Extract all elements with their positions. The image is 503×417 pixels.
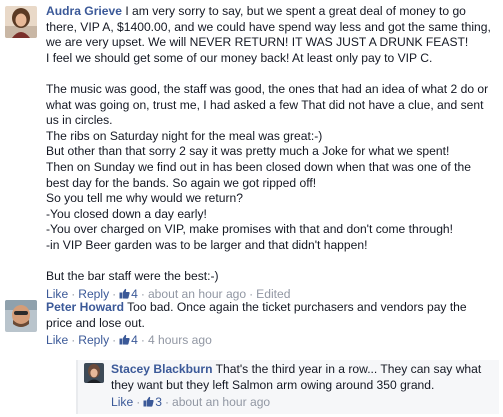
timestamp[interactable]: about an hour ago — [148, 287, 246, 301]
comment-text: -in VIP Beer garden was to be larger and… — [46, 237, 368, 252]
thumbs-up-icon — [119, 288, 130, 299]
comment-text: So you tell me why would we return? — [46, 191, 243, 206]
separator: · — [71, 333, 76, 348]
comment-text: there, VIP A, $1400.00, and we could hav… — [46, 19, 491, 34]
like-count[interactable]: 4 — [119, 333, 138, 347]
like-button[interactable]: Like — [46, 287, 68, 301]
comment-text: But the bar staff were the best:-) — [46, 269, 219, 284]
comment-text: But other than that sorry 2 say it was p… — [46, 144, 450, 159]
comment-text: Then on Sunday we find out in has been c… — [46, 159, 471, 174]
avatar[interactable] — [5, 6, 37, 38]
comment-text: we are very upset. We will NEVER RETURN!… — [46, 35, 469, 50]
separator: · — [140, 333, 145, 348]
profile-photo-icon — [84, 363, 104, 383]
avatar[interactable] — [84, 363, 104, 383]
comment-author[interactable]: Stacey Blackburn — [111, 362, 213, 376]
comment-actions: Like · 3 · about an hour ago — [111, 395, 499, 411]
like-button[interactable]: Like — [111, 395, 133, 409]
thumbs-up-icon — [119, 335, 130, 345]
comment-author[interactable]: Peter Howard — [46, 300, 124, 314]
comment-text: they want but they left Salmon arm owing… — [111, 377, 435, 392]
thumbs-up-icon — [143, 397, 154, 407]
comment-author[interactable]: Audra Grieve — [46, 4, 122, 18]
timestamp[interactable]: about an hour ago — [172, 395, 270, 409]
like-count-value: 3 — [155, 395, 162, 410]
timestamp[interactable]: 4 hours ago — [148, 333, 212, 347]
comment-first-line: Stacey Blackburn That's the third year i… — [111, 362, 499, 378]
avatar[interactable] — [5, 300, 37, 332]
comment-actions: Like · Reply · 4 · 4 hours ago — [46, 333, 499, 349]
comment-text: That's the third year in a row... They c… — [215, 362, 482, 376]
separator: · — [112, 333, 117, 348]
comment-text: price and lose out. — [46, 315, 145, 330]
separator: · — [136, 395, 141, 410]
comment-text: best day for the bands. So again we got … — [46, 175, 317, 190]
comment-text: what was going on, trust me, I had asked… — [46, 97, 484, 112]
separator: · — [249, 286, 254, 301]
comment-text: us in circles. — [46, 113, 113, 128]
comment-text: The music was good, the staff was good, … — [46, 81, 489, 96]
like-count-value: 4 — [131, 286, 138, 301]
profile-photo-icon — [5, 6, 37, 38]
like-button[interactable]: Like — [46, 333, 68, 347]
separator: · — [112, 286, 117, 301]
like-count-value: 4 — [131, 333, 138, 348]
reply-button[interactable]: Reply — [78, 333, 109, 347]
comment-text: Too bad. Once again the ticket purchaser… — [127, 300, 467, 314]
comment-text: I feel we should get some of our money b… — [46, 50, 433, 65]
comment-first-line: Peter Howard Too bad. Once again the tic… — [46, 300, 499, 316]
comment-text: I am very sorry to say, but we spent a g… — [125, 4, 466, 18]
comment-text: -You closed down a day early! — [46, 206, 207, 221]
comment-text: -You over charged on VIP, make promises … — [46, 222, 454, 237]
reply-button[interactable]: Reply — [78, 287, 109, 301]
separator: · — [164, 395, 169, 410]
edited-label[interactable]: Edited — [256, 287, 290, 301]
separator: · — [71, 286, 76, 301]
comment-text: The ribs on Saturday night for the meal … — [46, 128, 323, 143]
comment-first-line: Audra Grieve I am very sorry to say, but… — [46, 4, 499, 20]
like-count[interactable]: 3 — [143, 395, 162, 409]
like-count[interactable]: 4 — [119, 287, 138, 301]
profile-photo-icon — [5, 300, 37, 332]
separator: · — [140, 286, 145, 301]
